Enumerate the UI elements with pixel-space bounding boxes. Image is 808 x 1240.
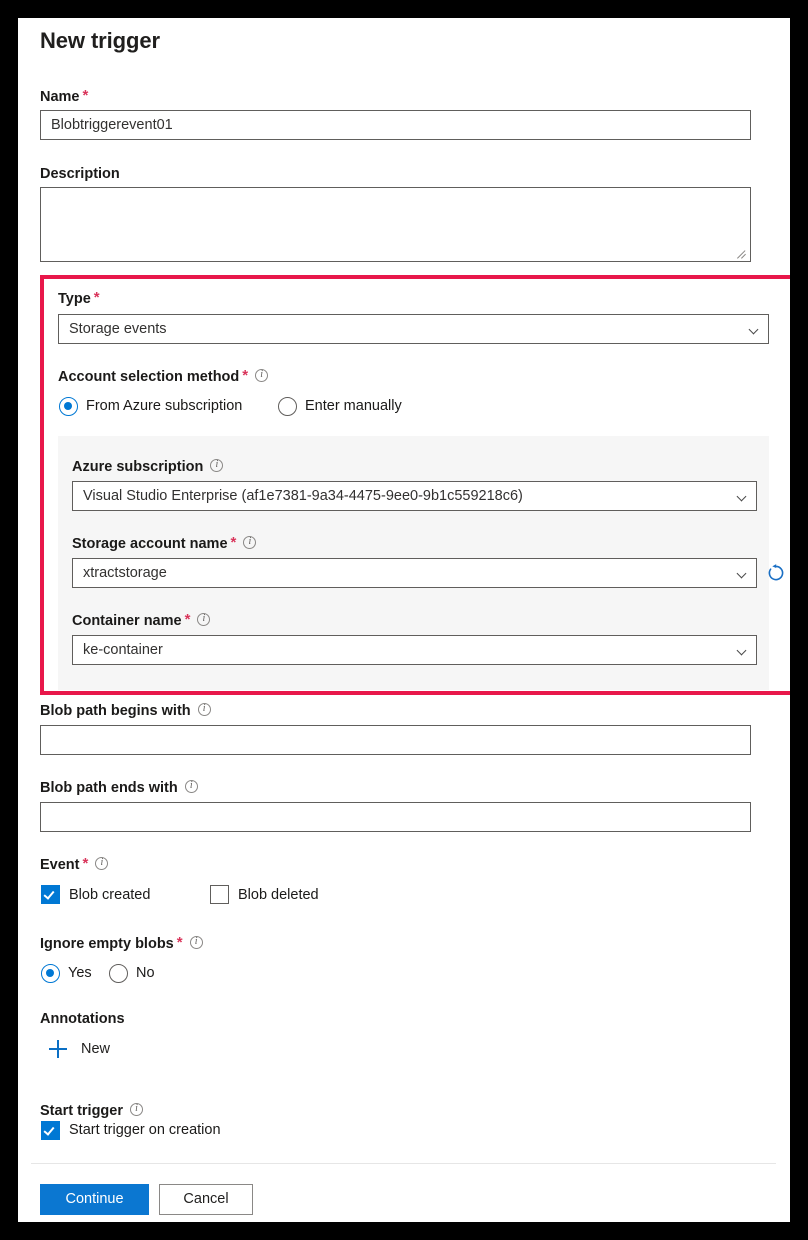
- event-label: Event: [40, 857, 80, 873]
- check-icon: [43, 888, 55, 900]
- account-selection-label-row: Account selection method *: [58, 367, 269, 386]
- name-required-asterisk: *: [82, 87, 89, 104]
- cancel-button[interactable]: Cancel: [159, 1184, 253, 1215]
- azure-subscription-label-row: Azure subscription: [72, 458, 224, 476]
- radio-ignore-empty-blobs-no[interactable]: [109, 964, 128, 983]
- azure-subscription-label: Azure subscription: [72, 459, 204, 475]
- container-name-value: ke-container: [83, 642, 163, 658]
- radio-enter-manually[interactable]: [278, 397, 297, 416]
- dialog-frame: New trigger Name * Blobtriggerevent01 Des…: [18, 18, 790, 1222]
- storage-account-name-label: Storage account name: [72, 536, 228, 552]
- storage-account-label-row: Storage account name *: [72, 534, 257, 553]
- azure-subscription-dropdown[interactable]: Visual Studio Enterprise (af1e7381-9a34-…: [72, 481, 757, 511]
- checkbox-blob-deleted[interactable]: [210, 885, 229, 904]
- checkbox-label-start-trigger-on-creation[interactable]: Start trigger on creation: [69, 1122, 221, 1138]
- description-textarea[interactable]: [40, 187, 751, 262]
- refresh-icon[interactable]: [766, 563, 786, 583]
- info-icon[interactable]: [197, 612, 211, 626]
- info-icon[interactable]: [95, 856, 109, 870]
- radio-dot: [45, 968, 55, 978]
- type-required-asterisk: *: [93, 289, 100, 306]
- container-name-label-row: Container name *: [72, 611, 211, 630]
- blob-path-ends-with-label: Blob path ends with: [40, 780, 178, 796]
- plus-icon[interactable]: [49, 1040, 67, 1058]
- radio-label-yes[interactable]: Yes: [68, 965, 92, 981]
- blob-path-ends-label-row: Blob path ends with: [40, 779, 198, 797]
- info-icon[interactable]: [130, 1102, 143, 1116]
- checkbox-blob-created[interactable]: [41, 885, 60, 904]
- page-title: New trigger: [40, 28, 160, 53]
- radio-from-azure-subscription[interactable]: [59, 397, 78, 416]
- check-icon: [43, 1124, 55, 1136]
- ignore-empty-blobs-required-asterisk: *: [176, 934, 183, 951]
- blob-path-begins-with-label: Blob path begins with: [40, 703, 191, 719]
- storage-account-required-asterisk: *: [230, 534, 237, 551]
- info-icon[interactable]: [189, 935, 203, 949]
- new-trigger-panel: New trigger Name * Blobtriggerevent01 Des…: [18, 18, 790, 1222]
- continue-button[interactable]: Continue: [40, 1184, 149, 1215]
- description-label: Description: [40, 166, 120, 182]
- info-icon[interactable]: [184, 779, 198, 793]
- ignore-empty-blobs-label: Ignore empty blobs: [40, 936, 174, 952]
- annotations-label: Annotations: [40, 1011, 125, 1027]
- container-name-required-asterisk: *: [184, 611, 191, 628]
- type-dropdown-value: Storage events: [69, 321, 167, 337]
- radio-dot: [63, 401, 73, 411]
- radio-label-enter-manually[interactable]: Enter manually: [305, 398, 402, 414]
- container-name-label: Container name: [72, 613, 182, 629]
- container-name-dropdown[interactable]: ke-container: [72, 635, 757, 665]
- event-required-asterisk: *: [82, 855, 89, 872]
- footer-divider: [31, 1163, 776, 1164]
- description-label-row: Description: [40, 165, 120, 183]
- chevron-down-icon: [736, 645, 747, 656]
- add-annotation-button[interactable]: New: [81, 1041, 110, 1057]
- checkbox-start-trigger-on-creation[interactable]: [41, 1121, 60, 1140]
- account-selection-method-label: Account selection method: [58, 369, 240, 385]
- account-selection-required-asterisk: *: [242, 367, 249, 384]
- chevron-down-icon: [736, 568, 747, 579]
- radio-label-from-azure-subscription[interactable]: From Azure subscription: [86, 398, 242, 414]
- info-icon[interactable]: [243, 535, 257, 549]
- start-trigger-label-row: Start trigger: [40, 1102, 143, 1120]
- storage-account-name-dropdown[interactable]: xtractstorage: [72, 558, 757, 588]
- event-label-row: Event *: [40, 855, 109, 874]
- radio-ignore-empty-blobs-yes[interactable]: [41, 964, 60, 983]
- name-label-row: Name *: [40, 88, 88, 106]
- chevron-down-icon: [736, 491, 747, 502]
- resize-grip-icon[interactable]: [737, 249, 748, 259]
- checkbox-label-blob-created[interactable]: Blob created: [69, 887, 150, 903]
- info-icon[interactable]: [197, 702, 211, 716]
- ignore-empty-blobs-label-row: Ignore empty blobs *: [40, 935, 203, 953]
- name-input[interactable]: Blobtriggerevent01: [40, 110, 751, 140]
- annotations-label-row: Annotations: [40, 1010, 125, 1028]
- info-icon[interactable]: [210, 458, 224, 472]
- start-trigger-label: Start trigger: [40, 1103, 123, 1119]
- blob-path-ends-with-input[interactable]: [40, 802, 751, 832]
- info-icon[interactable]: [255, 368, 269, 382]
- type-label: Type: [58, 291, 91, 307]
- chevron-down-icon: [748, 324, 759, 335]
- storage-account-name-value: xtractstorage: [83, 565, 167, 581]
- blob-path-begins-with-input[interactable]: [40, 725, 751, 755]
- checkbox-label-blob-deleted[interactable]: Blob deleted: [238, 887, 319, 903]
- blob-path-begins-label-row: Blob path begins with: [40, 702, 211, 720]
- radio-label-no[interactable]: No: [136, 965, 155, 981]
- name-label: Name: [40, 89, 80, 105]
- azure-subscription-value: Visual Studio Enterprise (af1e7381-9a34-…: [83, 488, 523, 504]
- type-dropdown[interactable]: Storage events: [58, 314, 769, 344]
- type-label-row: Type *: [58, 290, 100, 308]
